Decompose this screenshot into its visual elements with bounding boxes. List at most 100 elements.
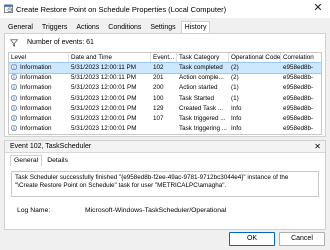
cell-level: Information	[9, 83, 69, 93]
cell-event: 102	[153, 64, 164, 71]
cell-category: Created Task ...	[179, 104, 223, 112]
history-panel: Number of events: 61 Level Date and Time…	[4, 33, 326, 137]
property-tabs: General Triggers Actions Conditions Sett…	[4, 21, 211, 33]
cell-category: Task triggering ...	[179, 125, 227, 133]
event-detail-pane: Event 102, TaskScheduler ✕ General Detai…	[4, 140, 326, 230]
cell-level: Information	[9, 63, 69, 73]
cell-date: 5/31/2023 12:00:01 PM	[71, 115, 137, 122]
tab-general[interactable]: General	[4, 21, 37, 33]
table-row[interactable]: Information 5/31/2023 12:00:11 PM 102 Task …	[9, 61, 321, 75]
detail-tab-general[interactable]: General	[10, 155, 43, 166]
cell-op: (2)	[231, 64, 239, 71]
cell-level: Information	[9, 124, 69, 134]
cell-corr: e958ed8b-	[283, 115, 314, 122]
filter-icon[interactable]	[10, 39, 18, 47]
table-row[interactable]: Information 5/31/2023 12:00:01 PM 129 Creat…	[9, 104, 321, 114]
tab-history[interactable]: History	[180, 21, 211, 33]
column-header-correlation[interactable]: Correlation	[281, 53, 321, 63]
cell-level: Information	[9, 114, 69, 124]
cell-corr: e958ed8b-	[283, 125, 314, 133]
cell-date: 5/31/2023 12:00:11 PM	[71, 64, 137, 71]
detail-tabs: General Details	[10, 155, 73, 166]
level-text: Information	[20, 84, 52, 92]
cell-event: 201	[153, 74, 164, 82]
detail-tab-details[interactable]: Details	[43, 155, 72, 166]
cell-category: Action started	[179, 84, 218, 92]
tab-triggers[interactable]: Triggers	[38, 21, 71, 33]
column-header-event[interactable]: Event...	[151, 53, 177, 63]
cell-level: Information	[9, 104, 69, 114]
event-message[interactable]: Task Scheduler successfully finished "{e…	[11, 171, 319, 197]
cell-op: Info	[231, 125, 242, 133]
tab-actions[interactable]: Actions	[72, 21, 103, 33]
cell-level: Information	[9, 73, 69, 83]
column-header-category[interactable]: Task Category	[177, 53, 229, 63]
cell-event: 107	[153, 115, 164, 122]
info-icon	[11, 64, 17, 70]
tab-settings[interactable]: Settings	[146, 21, 179, 33]
cell-corr: e958ed8b-	[283, 64, 314, 71]
level-text: Information	[20, 74, 52, 82]
cell-event: 129	[153, 104, 164, 112]
cell-corr: e958ed8b-	[283, 74, 314, 82]
cell-corr: e958ed8b-	[283, 84, 314, 92]
info-icon	[11, 125, 17, 132]
info-icon	[11, 94, 17, 101]
log-name-label: Log Name:	[17, 207, 51, 214]
info-icon	[11, 84, 17, 91]
history-grid[interactable]: Level Date and Time Event... Task Catego…	[8, 52, 322, 135]
cell-corr: e958ed8b-	[283, 104, 314, 112]
cell-category: Task completed	[179, 64, 223, 71]
cell-corr: e958ed8b-	[283, 94, 314, 102]
cell-date: 5/31/2023 12:00:01 PM	[71, 84, 137, 92]
detail-close-button[interactable]: ✕	[314, 141, 321, 152]
detail-title: Event 102, TaskScheduler	[10, 143, 92, 150]
cell-event	[151, 124, 177, 134]
level-text: Information	[20, 94, 52, 102]
event-message-line-2: "\Create Restore Point on Schedule" task…	[15, 182, 227, 189]
tab-conditions[interactable]: Conditions	[104, 21, 145, 33]
info-icon	[11, 115, 17, 121]
cell-date: 5/31/2023 12:00:11 PM	[71, 74, 137, 82]
log-name-value: Microsoft-Windows-TaskScheduler/Operatio…	[85, 207, 227, 214]
cell-date: 5/31/2023 12:00:01 PM	[71, 94, 137, 102]
task-scheduler-icon	[4, 4, 13, 13]
column-header-level[interactable]: Level	[9, 53, 69, 63]
info-icon	[11, 74, 17, 81]
level-text: Information	[20, 115, 52, 122]
level-text: Information	[20, 125, 52, 133]
level-text: Information	[20, 64, 52, 71]
cell-event: 200	[153, 84, 164, 92]
info-icon	[11, 104, 17, 111]
table-row[interactable]: Information 5/31/2023 12:00:01 PM 200 Actio…	[9, 83, 321, 93]
cell-op: Info	[231, 104, 242, 112]
cell-op: Info	[231, 115, 242, 122]
cancel-button[interactable]: Cancel	[279, 232, 325, 246]
event-message-line-1: Task Scheduler successfully finished "{e…	[15, 174, 289, 181]
close-button[interactable]: ✕	[311, 1, 325, 15]
events-count: Number of events: 61	[27, 39, 94, 46]
title-bar: Create Restore Point on Schedule Propert…	[0, 0, 330, 18]
cell-op: (1)	[231, 94, 239, 102]
table-row[interactable]: Information 5/31/2023 12:00:11 PM 201 Actio…	[9, 73, 321, 83]
filter-row: Number of events: 61	[10, 37, 94, 48]
ok-button[interactable]: OK	[229, 232, 275, 246]
column-header-opcode[interactable]: Operational Code	[229, 53, 281, 63]
cell-category: Task triggered ...	[179, 115, 226, 122]
cell-category: Task Started	[179, 94, 214, 102]
cell-level: Information	[9, 94, 69, 104]
detail-header: Event 102, TaskScheduler ✕	[5, 141, 325, 153]
table-row[interactable]: Information 5/31/2023 12:00:01 PM Task tri…	[9, 124, 321, 134]
cell-category: Action comple...	[179, 74, 224, 82]
column-header-date[interactable]: Date and Time	[69, 53, 151, 63]
level-text: Information	[20, 104, 52, 112]
cell-date: 5/31/2023 12:00:01 PM	[71, 125, 137, 133]
log-name-row: Log Name: Microsoft-Windows-TaskSchedule…	[17, 207, 226, 214]
cell-op: (2)	[231, 74, 239, 82]
cell-date: 5/31/2023 12:00:01 PM	[71, 104, 137, 112]
table-row[interactable]: Information 5/31/2023 12:00:01 PM 100 Task …	[9, 94, 321, 104]
window-title: Create Restore Point on Schedule Propert…	[16, 5, 227, 14]
cell-event: 100	[153, 94, 164, 102]
cell-op: (1)	[231, 84, 239, 92]
table-row[interactable]: Information 5/31/2023 12:00:01 PM 107 Task …	[9, 114, 321, 124]
